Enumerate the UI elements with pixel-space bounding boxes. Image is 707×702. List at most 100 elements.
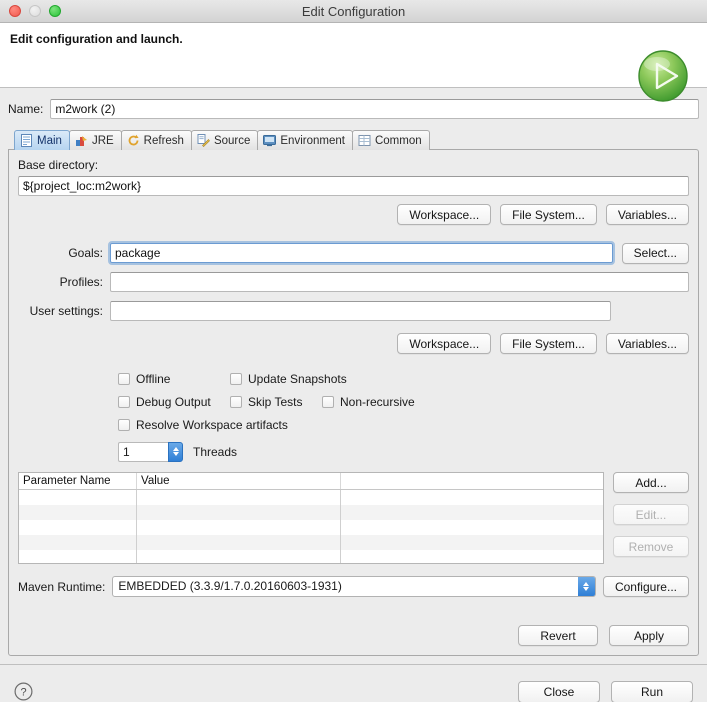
resolve-workspace-artifacts-checkbox-box[interactable] bbox=[118, 418, 130, 431]
profiles-input[interactable] bbox=[110, 272, 689, 292]
table-row[interactable] bbox=[19, 520, 603, 535]
threads-label: Threads bbox=[193, 444, 238, 459]
maven-runtime-chevron-icon[interactable] bbox=[577, 577, 595, 596]
remove-parameter-button: Remove bbox=[613, 536, 689, 557]
table-row[interactable] bbox=[19, 505, 603, 520]
minimize-window-button[interactable] bbox=[29, 5, 41, 17]
tab-common[interactable]: Common bbox=[351, 130, 430, 150]
resolve-workspace-artifacts-checkbox[interactable]: Resolve Workspace artifacts bbox=[118, 418, 288, 432]
maven-runtime-value: EMBEDDED (3.3.9/1.7.0.20160603-1931) bbox=[118, 579, 342, 593]
user-settings-input[interactable] bbox=[110, 301, 611, 321]
cell-extra bbox=[341, 535, 603, 550]
close-dialog-button[interactable]: Close bbox=[518, 680, 600, 702]
goals-row: Goals: package Select... bbox=[18, 241, 689, 265]
cell-name bbox=[19, 520, 137, 535]
threads-row: 1 Threads bbox=[18, 440, 689, 463]
cell-value bbox=[137, 490, 341, 505]
zoom-window-button[interactable] bbox=[49, 5, 61, 17]
tab-common-label: Common bbox=[374, 134, 422, 147]
parameter-action-buttons: Add... Edit... Remove bbox=[613, 472, 689, 564]
cell-name bbox=[19, 550, 137, 563]
update-snapshots-checkbox-box[interactable] bbox=[230, 372, 242, 385]
variables-button-settings[interactable]: Variables... bbox=[605, 333, 689, 354]
workspace-button[interactable]: Workspace... bbox=[397, 204, 492, 225]
tab-source-label: Source bbox=[213, 134, 251, 147]
goals-label: Goals: bbox=[68, 246, 103, 260]
workspace-button-settings[interactable]: Workspace... bbox=[397, 333, 492, 354]
threads-increment-icon[interactable] bbox=[172, 447, 179, 451]
variables-button[interactable]: Variables... bbox=[605, 204, 689, 225]
edit-parameter-button: Edit... bbox=[613, 504, 689, 525]
debug-output-checkbox-box[interactable] bbox=[118, 395, 130, 408]
add-parameter-button[interactable]: Add... bbox=[613, 472, 689, 493]
column-parameter-name: Parameter Name bbox=[19, 473, 137, 489]
table-row[interactable] bbox=[19, 535, 603, 550]
parameters-section: Parameter Name Value Add... Edit... Remo… bbox=[18, 472, 689, 564]
footer-buttons: Close Run bbox=[518, 680, 693, 702]
window-controls bbox=[0, 5, 61, 17]
chevron-up-icon bbox=[583, 582, 590, 586]
table-row[interactable] bbox=[19, 550, 603, 563]
cell-value bbox=[137, 535, 341, 550]
tab-environment-label: Environment bbox=[280, 134, 345, 147]
user-settings-buttons: Workspace... File System... Variables... bbox=[18, 333, 689, 354]
help-question-icon[interactable]: ? bbox=[14, 682, 33, 701]
jre-icon bbox=[75, 136, 87, 146]
cell-extra bbox=[341, 505, 603, 520]
threads-stepper-arrows[interactable] bbox=[168, 441, 183, 462]
file-system-button[interactable]: File System... bbox=[500, 204, 597, 225]
tab-main[interactable]: Main bbox=[14, 130, 70, 150]
checkbox-row-1: Offline Update Snapshots bbox=[18, 367, 689, 390]
cell-name bbox=[19, 490, 137, 505]
maven-runtime-select[interactable]: EMBEDDED (3.3.9/1.7.0.20160603-1931) bbox=[112, 576, 596, 597]
threads-value[interactable]: 1 bbox=[118, 441, 168, 462]
parameters-table[interactable]: Parameter Name Value bbox=[18, 472, 604, 564]
table-row[interactable] bbox=[19, 490, 603, 505]
goals-select-button[interactable]: Select... bbox=[621, 242, 689, 264]
base-directory-input[interactable]: ${project_loc:m2work} bbox=[18, 176, 689, 196]
maven-runtime-label: Maven Runtime: bbox=[18, 579, 106, 594]
environment-icon bbox=[263, 135, 277, 147]
dialog-body: Name: m2work (2) Main JRE Refresh Source… bbox=[0, 88, 707, 656]
tab-main-label: Main bbox=[37, 134, 62, 147]
skip-tests-checkbox[interactable]: Skip Tests bbox=[230, 395, 322, 409]
cell-extra bbox=[341, 520, 603, 535]
dialog-header: Edit configuration and launch. bbox=[0, 23, 707, 102]
cell-name bbox=[19, 535, 137, 550]
run-launch-icon bbox=[638, 50, 688, 102]
threads-stepper[interactable]: 1 bbox=[118, 441, 183, 462]
update-snapshots-checkbox[interactable]: Update Snapshots bbox=[230, 372, 347, 386]
tab-source[interactable]: Source bbox=[190, 130, 259, 150]
configuration-name-input[interactable]: m2work (2) bbox=[50, 99, 699, 119]
offline-checkbox[interactable]: Offline bbox=[118, 372, 230, 386]
name-row: Name: m2work (2) bbox=[8, 98, 699, 120]
source-icon bbox=[197, 134, 210, 147]
threads-decrement-icon[interactable] bbox=[172, 452, 179, 456]
file-system-button-settings[interactable]: File System... bbox=[500, 333, 597, 354]
tab-refresh-label: Refresh bbox=[143, 134, 184, 147]
debug-output-checkbox[interactable]: Debug Output bbox=[118, 395, 230, 409]
offline-checkbox-box[interactable] bbox=[118, 372, 130, 385]
tab-jre-label: JRE bbox=[91, 134, 114, 147]
profiles-label: Profiles: bbox=[59, 275, 103, 289]
table-header-row: Parameter Name Value bbox=[19, 473, 603, 490]
base-directory-label: Base directory: bbox=[18, 158, 99, 172]
non-recursive-checkbox[interactable]: Non-recursive bbox=[322, 395, 415, 409]
tab-bar: Main JRE Refresh Source Environment Comm… bbox=[14, 129, 699, 150]
tab-environment[interactable]: Environment bbox=[257, 130, 353, 150]
skip-tests-checkbox-label: Skip Tests bbox=[248, 394, 303, 409]
cell-extra bbox=[341, 550, 603, 563]
refresh-icon bbox=[128, 134, 139, 146]
non-recursive-checkbox-box[interactable] bbox=[322, 395, 334, 408]
run-button[interactable]: Run bbox=[611, 680, 693, 702]
tab-jre[interactable]: JRE bbox=[68, 130, 122, 150]
tab-refresh[interactable]: Refresh bbox=[120, 130, 192, 150]
goals-input[interactable]: package bbox=[108, 241, 615, 265]
skip-tests-checkbox-box[interactable] bbox=[230, 395, 242, 408]
configure-runtime-button[interactable]: Configure... bbox=[602, 576, 689, 597]
close-window-button[interactable] bbox=[9, 5, 21, 17]
cell-extra bbox=[341, 490, 603, 505]
revert-button[interactable]: Revert bbox=[518, 625, 598, 646]
update-snapshots-checkbox-label: Update Snapshots bbox=[248, 371, 347, 386]
apply-button[interactable]: Apply bbox=[609, 625, 689, 646]
